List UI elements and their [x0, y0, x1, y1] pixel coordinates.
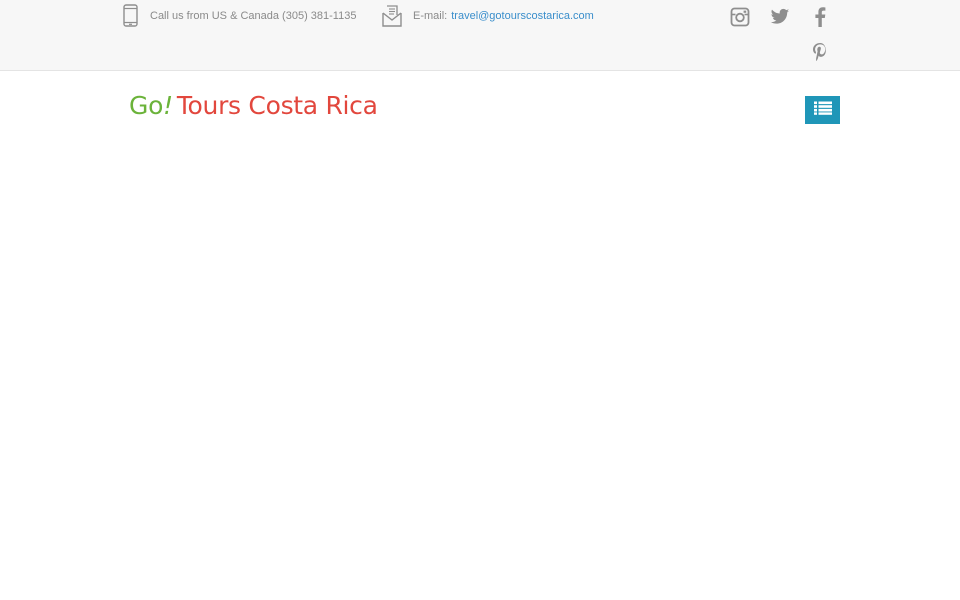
main-content-area: [0, 151, 960, 600]
phone-text: Call us from US & Canada (305) 381-1135: [150, 10, 357, 22]
logo-go: Go: [129, 91, 164, 120]
instagram-icon[interactable]: [729, 6, 751, 28]
email-contact: E-mail: travel@gotourscostarica.com: [381, 4, 594, 28]
menu-toggle-button[interactable]: [805, 96, 840, 124]
site-logo[interactable]: Go! Tours Costa Rica: [129, 91, 378, 120]
logo-exclamation: !: [163, 91, 173, 120]
mobile-phone-icon: [122, 4, 140, 28]
logo-tours-costa-rica: Tours Costa Rica: [176, 91, 378, 120]
email-link[interactable]: travel@gotourscostarica.com: [451, 10, 594, 22]
top-contact-bar: Call us from US & Canada (305) 381-1135 …: [0, 0, 960, 71]
twitter-icon[interactable]: [769, 6, 791, 28]
phone-contact: Call us from US & Canada (305) 381-1135: [122, 4, 356, 28]
pinterest-icon[interactable]: [809, 41, 831, 63]
email-label: E-mail:: [413, 10, 448, 22]
facebook-icon[interactable]: [809, 6, 831, 28]
envelope-icon: [381, 4, 403, 28]
site-header: Go! Tours Costa Rica: [0, 71, 960, 151]
list-menu-icon: [813, 101, 832, 120]
